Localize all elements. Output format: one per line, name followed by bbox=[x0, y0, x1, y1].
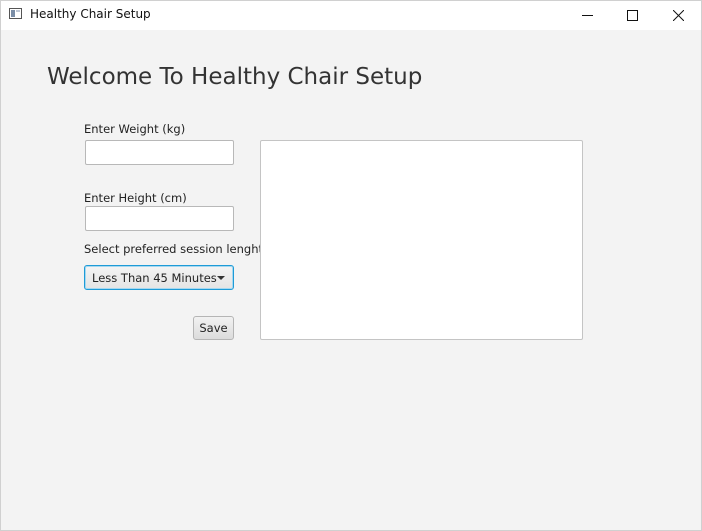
window-title: Healthy Chair Setup bbox=[30, 7, 151, 21]
chevron-down-icon bbox=[217, 276, 225, 280]
weight-label: Enter Weight (kg) bbox=[84, 122, 186, 136]
session-length-selected: Less Than 45 Minutes bbox=[92, 271, 217, 285]
save-button[interactable]: Save bbox=[193, 316, 234, 340]
minimize-button[interactable] bbox=[564, 1, 610, 30]
close-button[interactable] bbox=[655, 1, 701, 30]
page-title: Welcome To Healthy Chair Setup bbox=[47, 64, 423, 90]
minimize-icon bbox=[582, 15, 593, 16]
session-length-label: Select preferred session lenght bbox=[84, 242, 264, 256]
app-window: Healthy Chair Setup Welcome To Healthy C… bbox=[0, 0, 702, 531]
maximize-button[interactable] bbox=[609, 1, 655, 30]
height-label: Enter Height (cm) bbox=[84, 191, 187, 205]
maximize-icon bbox=[627, 10, 638, 21]
title-bar[interactable]: Healthy Chair Setup bbox=[1, 1, 701, 30]
app-window-icon bbox=[9, 8, 22, 19]
output-text-area[interactable] bbox=[260, 140, 583, 340]
weight-input[interactable] bbox=[85, 140, 234, 165]
close-icon bbox=[673, 10, 684, 21]
height-input[interactable] bbox=[85, 206, 234, 231]
session-length-dropdown[interactable]: Less Than 45 Minutes bbox=[84, 265, 234, 290]
